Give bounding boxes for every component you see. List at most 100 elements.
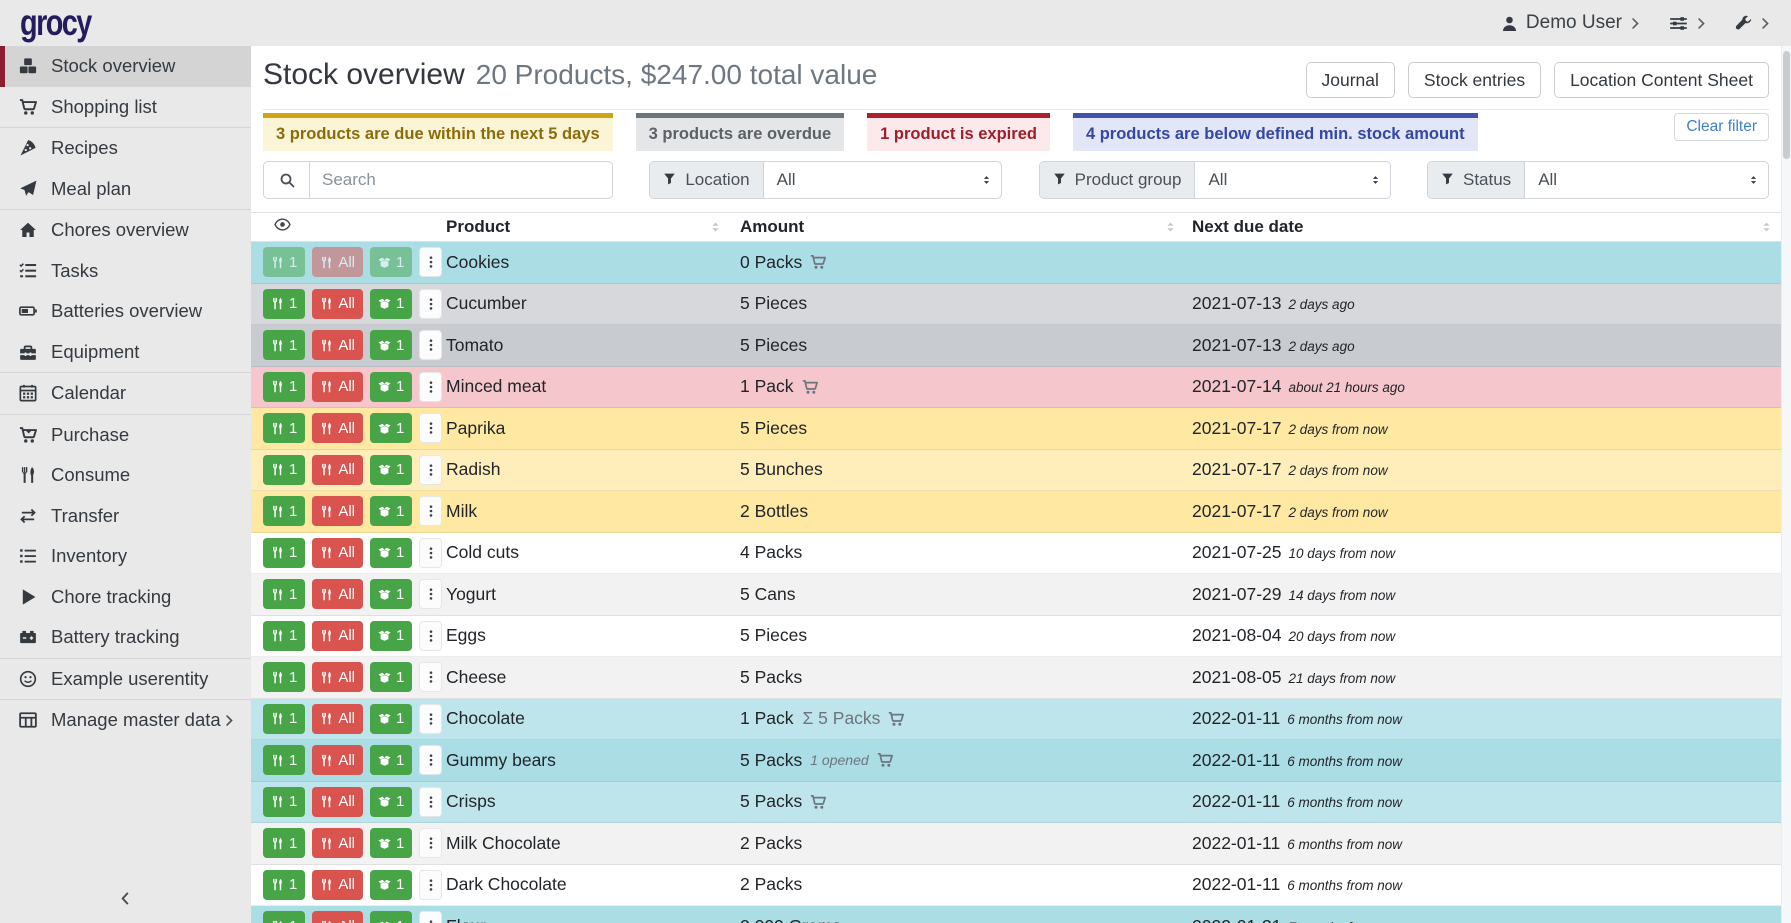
open-one-button[interactable]: 1 <box>370 621 412 651</box>
shopping-cart-icon[interactable] <box>802 379 818 395</box>
open-one-button[interactable]: 1 <box>370 870 412 900</box>
sidebar-item-calendar[interactable]: Calendar <box>0 373 251 414</box>
product-group-select[interactable]: All <box>1195 162 1389 198</box>
open-one-button[interactable]: 1 <box>370 289 412 319</box>
column-header-amount[interactable]: Amount <box>740 213 1192 241</box>
row-menu-button[interactable] <box>419 579 442 609</box>
alert-warning[interactable]: 3 products are due within the next 5 day… <box>263 113 613 151</box>
consume-one-button[interactable]: 1 <box>263 289 305 319</box>
shopping-cart-icon[interactable] <box>810 794 826 810</box>
column-header-next-due-date[interactable]: Next due date <box>1192 213 1781 241</box>
row-menu-button[interactable] <box>419 496 442 526</box>
sidebar-collapse-button[interactable] <box>0 891 251 911</box>
user-menu[interactable]: Demo User <box>1501 12 1641 34</box>
consume-all-button[interactable]: All <box>312 704 363 734</box>
open-one-button[interactable]: 1 <box>370 579 412 609</box>
consume-all-button[interactable]: All <box>312 828 363 858</box>
scrollbar-track[interactable] <box>1781 46 1791 923</box>
consume-all-button[interactable]: All <box>312 455 363 485</box>
clear-filter-button[interactable]: Clear filter <box>1674 113 1769 141</box>
consume-one-button[interactable]: 1 <box>263 621 305 651</box>
sort-icon[interactable] <box>1164 221 1177 234</box>
location-select[interactable]: All <box>764 162 1002 198</box>
open-one-button[interactable]: 1 <box>370 787 412 817</box>
open-one-button[interactable]: 1 <box>370 745 412 775</box>
journal-button[interactable]: Journal <box>1306 62 1395 98</box>
settings-menu[interactable] <box>1669 14 1707 33</box>
open-one-button[interactable]: 1 <box>370 911 412 923</box>
row-menu-button[interactable] <box>419 662 442 692</box>
consume-one-button[interactable]: 1 <box>263 745 305 775</box>
consume-all-button[interactable]: All <box>312 372 363 402</box>
open-one-button[interactable]: 1 <box>370 455 412 485</box>
column-visibility-toggle[interactable] <box>251 213 446 241</box>
row-menu-button[interactable] <box>419 330 442 360</box>
shopping-cart-icon[interactable] <box>810 254 826 270</box>
open-one-button[interactable]: 1 <box>370 538 412 568</box>
sidebar-item-batteries-overview[interactable]: Batteries overview <box>0 291 251 332</box>
consume-one-button[interactable]: 1 <box>263 911 305 923</box>
consume-one-button[interactable]: 1 <box>263 579 305 609</box>
row-menu-button[interactable] <box>419 704 442 734</box>
open-one-button[interactable]: 1 <box>370 828 412 858</box>
shopping-cart-icon[interactable] <box>888 711 904 727</box>
row-menu-button[interactable] <box>419 621 442 651</box>
sidebar-item-tasks[interactable]: Tasks <box>0 251 251 292</box>
consume-all-button[interactable]: All <box>312 289 363 319</box>
consume-one-button[interactable]: 1 <box>263 662 305 692</box>
open-one-button[interactable]: 1 <box>370 662 412 692</box>
open-one-button[interactable]: 1 <box>370 413 412 443</box>
open-one-button[interactable]: 1 <box>370 496 412 526</box>
consume-all-button[interactable]: All <box>312 247 363 277</box>
consume-all-button[interactable]: All <box>312 496 363 526</box>
consume-all-button[interactable]: All <box>312 538 363 568</box>
row-menu-button[interactable] <box>419 538 442 568</box>
consume-one-button[interactable]: 1 <box>263 455 305 485</box>
search-input[interactable] <box>310 162 612 198</box>
row-menu-button[interactable] <box>419 372 442 402</box>
consume-all-button[interactable]: All <box>312 579 363 609</box>
row-menu-button[interactable] <box>419 911 442 923</box>
sidebar-item-transfer[interactable]: Transfer <box>0 496 251 537</box>
sidebar-item-chore-tracking[interactable]: Chore tracking <box>0 577 251 618</box>
consume-one-button[interactable]: 1 <box>263 828 305 858</box>
alert-secondary[interactable]: 3 products are overdue <box>636 113 844 151</box>
sidebar-item-example-userentity[interactable]: Example userentity <box>0 659 251 700</box>
status-select[interactable]: All <box>1525 162 1768 198</box>
consume-one-button[interactable]: 1 <box>263 704 305 734</box>
open-one-button[interactable]: 1 <box>370 330 412 360</box>
sidebar-item-stock-overview[interactable]: Stock overview <box>0 46 251 87</box>
open-one-button[interactable]: 1 <box>370 704 412 734</box>
scrollbar-thumb[interactable] <box>1783 51 1790 159</box>
row-menu-button[interactable] <box>419 413 442 443</box>
open-one-button[interactable]: 1 <box>370 372 412 402</box>
admin-menu[interactable] <box>1735 15 1771 32</box>
row-menu-button[interactable] <box>419 455 442 485</box>
sort-icon[interactable] <box>709 221 722 234</box>
sidebar-item-battery-tracking[interactable]: Battery tracking <box>0 617 251 658</box>
column-header-product[interactable]: Product <box>446 213 740 241</box>
row-menu-button[interactable] <box>419 828 442 858</box>
sidebar-item-chores-overview[interactable]: Chores overview <box>0 210 251 251</box>
consume-all-button[interactable]: All <box>312 911 363 923</box>
consume-one-button[interactable]: 1 <box>263 538 305 568</box>
consume-all-button[interactable]: All <box>312 787 363 817</box>
consume-one-button[interactable]: 1 <box>263 496 305 526</box>
row-menu-button[interactable] <box>419 289 442 319</box>
sidebar-item-inventory[interactable]: Inventory <box>0 536 251 577</box>
alert-danger[interactable]: 1 product is expired <box>867 113 1050 151</box>
consume-one-button[interactable]: 1 <box>263 413 305 443</box>
shopping-cart-icon[interactable] <box>877 752 893 768</box>
sidebar-item-shopping-list[interactable]: Shopping list <box>0 87 251 128</box>
consume-all-button[interactable]: All <box>312 413 363 443</box>
sidebar-item-manage-master-data[interactable]: Manage master data <box>0 700 251 741</box>
location-content-sheet-button[interactable]: Location Content Sheet <box>1554 62 1769 98</box>
alert-primary[interactable]: 4 products are below defined min. stock … <box>1073 113 1478 151</box>
row-menu-button[interactable] <box>419 745 442 775</box>
row-menu-button[interactable] <box>419 787 442 817</box>
sidebar-item-equipment[interactable]: Equipment <box>0 332 251 373</box>
consume-one-button[interactable]: 1 <box>263 787 305 817</box>
consume-one-button[interactable]: 1 <box>263 330 305 360</box>
consume-all-button[interactable]: All <box>312 621 363 651</box>
sidebar-item-meal-plan[interactable]: Meal plan <box>0 169 251 210</box>
